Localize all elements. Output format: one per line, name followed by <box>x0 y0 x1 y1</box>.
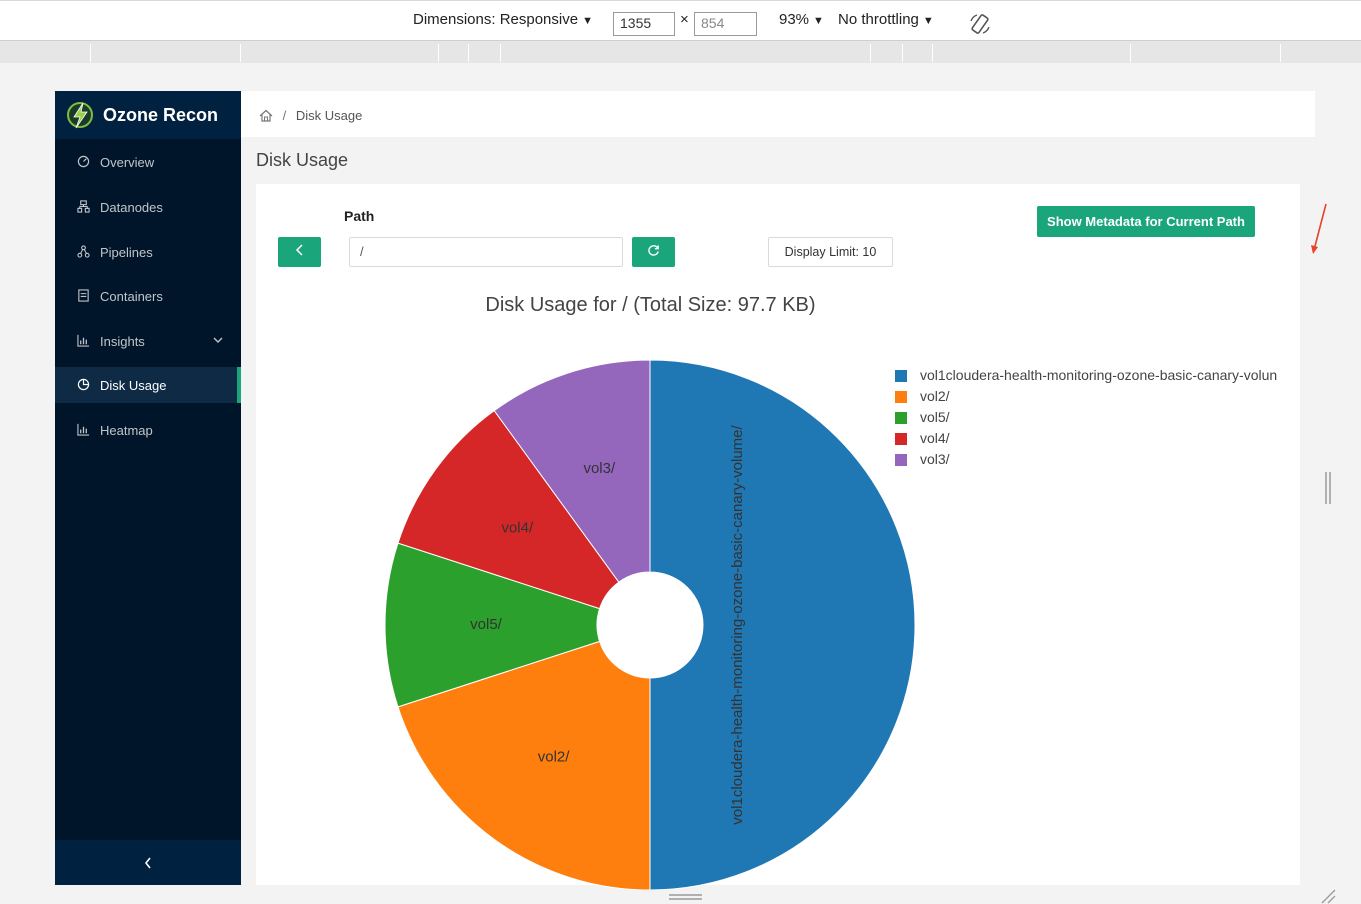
zoom-value: 93% <box>779 11 810 28</box>
legend-label: vol5/ <box>920 409 950 425</box>
times-sign: × <box>680 11 689 28</box>
logo[interactable]: Ozone Recon <box>55 91 241 139</box>
sidebar-item-label: Overview <box>100 155 155 170</box>
sidebar-item-label: Disk Usage <box>100 378 167 393</box>
refresh-button[interactable] <box>632 237 675 267</box>
legend-swatch <box>895 412 907 424</box>
bar-chart-icon <box>77 334 90 347</box>
dimensions-label: Dimensions: Responsive <box>413 11 579 28</box>
caret-down-icon: ▼ <box>813 15 824 27</box>
device-height-input[interactable]: 854 <box>694 12 757 36</box>
sidebar-collapse-button[interactable] <box>55 840 241 885</box>
legend-label: vol1cloudera-health-monitoring-ozone-bas… <box>920 367 1278 383</box>
sidebar-item-disk-usage[interactable]: Disk Usage <box>55 367 241 403</box>
rotate-icon[interactable] <box>968 12 992 36</box>
pie-slice-label: vol3/ <box>583 460 616 477</box>
annotation-arrow-icon <box>1311 203 1327 254</box>
chevron-left-icon <box>295 244 303 256</box>
breadcrumb-separator: / <box>282 108 287 123</box>
legend-swatch <box>895 454 907 466</box>
sidebar-item-insights[interactable]: Insights <box>55 323 241 359</box>
zoom-dropdown[interactable]: 93% ▼ <box>779 11 824 28</box>
sidebar: Ozone Recon Overview Datanodes Pipelines… <box>55 91 241 885</box>
ozone-logo-icon <box>67 102 93 129</box>
caret-down-icon: ▼ <box>582 15 593 27</box>
legend-swatch <box>895 433 907 445</box>
breadcrumb-current: Disk Usage <box>295 108 363 123</box>
deployment-unit-icon <box>77 245 90 258</box>
home-icon[interactable] <box>259 109 273 122</box>
chevron-down-icon <box>213 337 223 343</box>
disk-usage-pie-chart[interactable]: vol1cloudera-health-monitoring-ozone-bas… <box>256 330 956 890</box>
legend-label: vol3/ <box>920 451 950 467</box>
sidebar-item-heatmap[interactable]: Heatmap <box>55 412 241 448</box>
throttling-dropdown[interactable]: No throttling ▼ <box>838 11 934 28</box>
viewport-corner-resize-handle[interactable] <box>1318 888 1336 904</box>
display-limit-dropdown[interactable]: Display Limit: 10 <box>768 237 893 267</box>
sidebar-item-label: Heatmap <box>100 423 153 438</box>
chevron-left-icon <box>144 857 151 869</box>
pie-slice-label: vol2/ <box>538 749 571 766</box>
pie-slice-label: vol5/ <box>470 616 503 633</box>
sidebar-item-pipelines[interactable]: Pipelines <box>55 234 241 270</box>
pie-slice-vol1cloudera-health-monitoring-ozone-basic-canary-volume[interactable] <box>649 359 916 890</box>
sidebar-item-label: Pipelines <box>100 245 153 260</box>
chart-title: Disk Usage for / (Total Size: 97.7 KB) <box>485 294 816 316</box>
page-title: Disk Usage <box>256 150 349 170</box>
devtools-toolbar: Dimensions: Responsive ▼ 1355 × 854 93% ▼ … <box>0 0 1361 41</box>
legend-swatch <box>895 370 907 382</box>
sidebar-item-datanodes[interactable]: Datanodes <box>55 189 241 225</box>
cluster-icon <box>77 200 90 213</box>
caret-down-icon: ▼ <box>922 15 934 27</box>
legend-swatch <box>895 391 907 403</box>
app-title: Ozone Recon <box>103 105 219 125</box>
pie-slice-label: vol4/ <box>501 520 534 537</box>
viewport-resize-handle[interactable] <box>1324 472 1332 504</box>
throttling-value: No throttling <box>838 11 919 28</box>
sidebar-item-overview[interactable]: Overview <box>55 144 241 180</box>
show-metadata-button[interactable]: Show Metadata for Current Path <box>1037 206 1255 237</box>
pie-chart-icon <box>77 378 90 391</box>
path-input[interactable]: / <box>349 237 623 267</box>
device-width-input[interactable]: 1355 <box>613 12 675 36</box>
dimensions-dropdown[interactable]: Dimensions: Responsive ▼ <box>413 11 593 28</box>
sidebar-item-containers[interactable]: Containers <box>55 278 241 314</box>
page-header: / Disk Usage <box>241 91 1315 137</box>
path-label: Path <box>344 208 375 224</box>
reload-icon <box>648 245 659 256</box>
pie-slice-label: vol1cloudera-health-monitoring-ozone-bas… <box>729 424 746 824</box>
legend-label: vol4/ <box>920 430 950 446</box>
dashboard-icon <box>77 155 90 168</box>
back-button[interactable] <box>278 237 321 267</box>
container-icon <box>78 289 89 302</box>
sidebar-item-label: Containers <box>100 289 163 304</box>
breadcrumb: / Disk Usage <box>259 108 362 123</box>
legend-label: vol2/ <box>920 388 950 404</box>
media-query-ruler <box>0 41 1361 63</box>
sidebar-item-label: Insights <box>100 334 145 349</box>
viewport-bottom-resize-handle[interactable] <box>669 893 702 901</box>
sidebar-item-label: Datanodes <box>100 200 163 215</box>
bar-chart-icon <box>77 423 90 436</box>
